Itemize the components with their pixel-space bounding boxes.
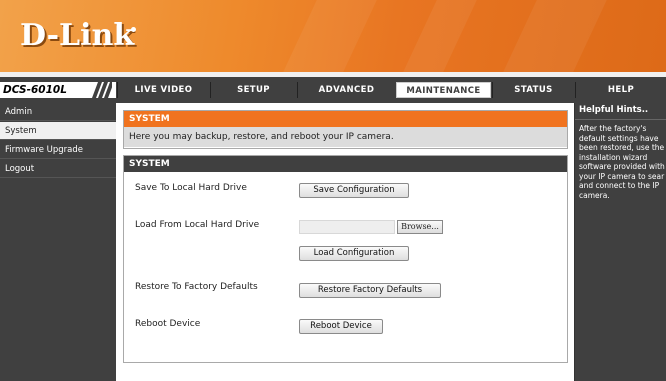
tab-live-video[interactable]: LIVE VIDEO — [117, 82, 209, 98]
intro-title: SYSTEM — [124, 111, 567, 127]
banner-stripe — [503, 0, 607, 72]
sidebar-item-admin[interactable]: Admin — [0, 103, 116, 121]
helpful-hints-panel: Helpful Hints.. After the factory's defa… — [574, 103, 666, 381]
slashes-icon — [92, 82, 112, 98]
tab-help[interactable]: HELP — [575, 82, 666, 98]
browse-button[interactable]: Browse... — [397, 220, 443, 234]
system-title: SYSTEM — [124, 156, 567, 172]
restore-label: Restore To Factory Defaults — [135, 282, 258, 292]
banner-stripe — [283, 0, 377, 72]
reboot-device-button[interactable]: Reboot Device — [299, 319, 383, 334]
sidebar-item-firmware-upgrade[interactable]: Firmware Upgrade — [0, 141, 116, 159]
sidebar-item-logout[interactable]: Logout — [0, 160, 116, 178]
hints-text: After the factory's default settings hav… — [579, 124, 665, 200]
tab-status[interactable]: STATUS — [492, 82, 574, 98]
intro-panel: SYSTEM Here you may backup, restore, and… — [123, 110, 568, 149]
dlink-logo: D-Link — [20, 18, 135, 53]
tab-setup[interactable]: SETUP — [210, 82, 296, 98]
hints-divider — [575, 119, 666, 120]
sidebar: Admin System Firmware Upgrade Logout — [0, 103, 116, 381]
system-panel: SYSTEM Save To Local Hard Drive Save Con… — [123, 155, 568, 363]
save-label: Save To Local Hard Drive — [135, 183, 247, 193]
main-content: SYSTEM Here you may backup, restore, and… — [116, 103, 574, 381]
config-file-input[interactable] — [299, 220, 395, 234]
tab-maintenance[interactable]: MAINTENANCE — [396, 82, 491, 98]
model-name: DCS-6010L — [3, 84, 67, 96]
load-label: Load From Local Hard Drive — [135, 220, 260, 230]
sidebar-item-system[interactable]: System — [0, 122, 116, 140]
hints-title: Helpful Hints.. — [579, 105, 649, 115]
load-configuration-button[interactable]: Load Configuration — [299, 246, 409, 261]
intro-text: Here you may backup, restore, and reboot… — [124, 127, 567, 147]
model-label: DCS-6010L — [0, 82, 116, 98]
header-banner: D-Link — [0, 0, 666, 72]
banner-stripe — [403, 0, 477, 72]
reboot-label: Reboot Device — [135, 319, 201, 329]
tab-advanced[interactable]: ADVANCED — [297, 82, 395, 98]
restore-factory-defaults-button[interactable]: Restore Factory Defaults — [299, 283, 441, 298]
save-configuration-button[interactable]: Save Configuration — [299, 183, 409, 198]
logo-dot — [131, 27, 136, 32]
